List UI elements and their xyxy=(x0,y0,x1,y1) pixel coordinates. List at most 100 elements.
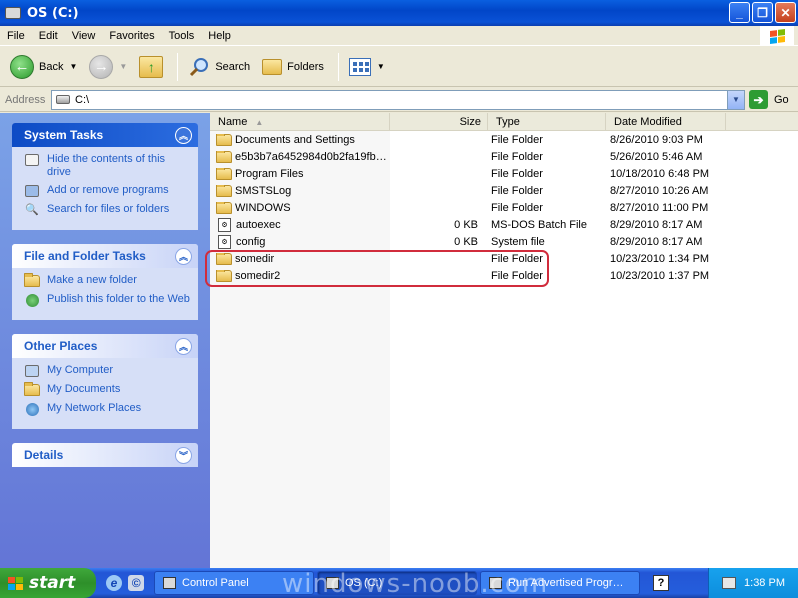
file-name-cell[interactable]: e5b3b7a6452984d0b2fa19fb… xyxy=(210,150,388,163)
internet-explorer-icon[interactable]: e xyxy=(106,575,122,591)
help-icon[interactable]: ? xyxy=(653,575,669,591)
folders-button[interactable]: Folders xyxy=(258,51,328,83)
file-name-cell[interactable]: WINDOWS xyxy=(210,201,388,214)
column-name-label: Name xyxy=(218,116,248,128)
file-name-cell[interactable]: Documents and Settings xyxy=(210,133,388,146)
other-places-header[interactable]: Other Places ︽ xyxy=(12,334,198,358)
place-label: My Documents xyxy=(47,383,121,395)
forward-dropdown-icon[interactable]: ▼ xyxy=(119,62,127,71)
place-my-computer[interactable]: My Computer xyxy=(24,364,190,378)
tray-app-icon[interactable] xyxy=(722,577,737,589)
file-row[interactable]: WINDOWS File Folder 8/27/2010 11:00 PM xyxy=(210,199,798,216)
file-row[interactable]: Program Files File Folder 10/18/2010 6:48 … xyxy=(210,165,798,182)
collapse-icon[interactable]: ︽ xyxy=(175,126,192,144)
task-add-remove-programs[interactable]: Add or remove programs xyxy=(24,184,190,198)
expand-icon[interactable]: ︾ xyxy=(175,446,192,464)
file-date-modified: 10/23/2010 1:37 PM xyxy=(610,269,710,282)
menu-help[interactable]: Help xyxy=(201,30,238,42)
task-hide-contents[interactable]: Hide the contents of this drive xyxy=(24,153,190,179)
back-button[interactable]: ← Back ▼ xyxy=(6,51,81,83)
views-dropdown-icon[interactable]: ▼ xyxy=(377,62,385,71)
back-dropdown-icon[interactable]: ▼ xyxy=(69,62,77,71)
file-name: e5b3b7a6452984d0b2fa19fb… xyxy=(235,150,387,163)
menu-favorites[interactable]: Favorites xyxy=(102,30,161,42)
windows-logo-icon xyxy=(8,576,23,590)
task-search-files[interactable]: 🔍 Search for files or folders xyxy=(24,203,190,217)
up-folder-button[interactable]: ↑ xyxy=(135,51,167,83)
clock[interactable]: 1:38 PM xyxy=(744,577,785,589)
file-date-modified: 8/27/2010 11:00 PM xyxy=(610,201,709,214)
file-name: autoexec xyxy=(236,218,281,231)
file-name-cell[interactable]: Program Files xyxy=(210,167,388,180)
system-tasks-panel: System Tasks ︽ Hide the contents of this… xyxy=(12,123,198,230)
file-date-modified: 8/29/2010 8:17 AM xyxy=(610,235,703,248)
sort-ascending-icon: ▲ xyxy=(255,117,264,127)
column-type-label: Type xyxy=(496,116,520,128)
maximize-button[interactable]: ❐ xyxy=(752,2,773,23)
back-label: Back xyxy=(39,60,64,73)
new-folder-icon xyxy=(24,273,40,288)
system-tasks-header[interactable]: System Tasks ︽ xyxy=(12,123,198,147)
file-row[interactable]: Documents and Settings File Folder 8/26/20… xyxy=(210,131,798,148)
place-my-documents[interactable]: My Documents xyxy=(24,382,190,397)
file-row[interactable]: SMSTSLog File Folder 8/27/2010 10:26 AM xyxy=(210,182,798,199)
forward-arrow-icon: → xyxy=(89,54,114,79)
file-row[interactable]: ⚙ config 0 KB System file 8/29/2010 8:17 AM xyxy=(210,233,798,250)
start-button[interactable]: start xyxy=(0,568,96,598)
menu-view[interactable]: View xyxy=(65,30,103,42)
file-list: Name ▲ Size Type Date Modified Documents… xyxy=(210,113,798,568)
other-places-panel: Other Places ︽ My Computer My Documents … xyxy=(12,334,198,429)
title-bar[interactable]: OS (C:) _ ❐ ✕ xyxy=(0,0,798,26)
hide-contents-icon xyxy=(24,153,40,167)
file-name: config xyxy=(236,235,266,248)
go-button[interactable]: ➔ Go xyxy=(749,90,789,109)
quick-launch-app-icon[interactable]: © xyxy=(128,575,144,591)
windows-logo-icon xyxy=(760,26,794,46)
address-input[interactable]: C:\ ▼ xyxy=(51,89,745,110)
file-type: File Folder xyxy=(491,184,543,197)
collapse-icon[interactable]: ︽ xyxy=(175,337,192,355)
views-icon xyxy=(348,57,371,76)
minimize-button[interactable]: _ xyxy=(729,2,750,23)
file-name-cell[interactable]: ⚙ config xyxy=(210,234,388,249)
file-folder-tasks-title: File and Folder Tasks xyxy=(24,249,146,263)
file-name-cell[interactable]: SMSTSLog xyxy=(210,184,388,197)
address-dropdown-icon[interactable]: ▼ xyxy=(727,90,744,109)
details-header[interactable]: Details ︾ xyxy=(12,443,198,467)
column-size-label: Size xyxy=(459,116,481,128)
search-button[interactable]: Search xyxy=(184,51,254,83)
menu-tools[interactable]: Tools xyxy=(162,30,202,42)
folder-icon xyxy=(216,184,232,197)
file-type: MS-DOS Batch File xyxy=(491,218,587,231)
menu-edit[interactable]: Edit xyxy=(32,30,65,42)
task-new-folder[interactable]: Make a new folder xyxy=(24,273,190,288)
menu-file[interactable]: File xyxy=(0,30,32,42)
column-size[interactable]: Size xyxy=(390,113,488,131)
column-date[interactable]: Date Modified xyxy=(606,113,726,131)
file-name: Documents and Settings xyxy=(235,133,355,146)
toolbar: ← Back ▼ → ▼ ↑ Search Folders ▼ xyxy=(0,47,798,87)
network-places-icon xyxy=(24,402,40,416)
file-row[interactable]: ⚙ autoexec 0 KB MS-DOS Batch File 8/29/2010 … xyxy=(210,216,798,233)
task-publish-web[interactable]: Publish this folder to the Web xyxy=(24,293,190,307)
task-label: Search for files or folders xyxy=(47,203,170,215)
forward-button[interactable]: → ▼ xyxy=(85,51,131,83)
file-date-modified: 5/26/2010 5:46 AM xyxy=(610,150,703,163)
column-name[interactable]: Name ▲ xyxy=(210,113,390,131)
file-name-cell[interactable]: ⚙ autoexec xyxy=(210,217,388,232)
views-button[interactable]: ▼ xyxy=(345,51,389,83)
file-folder-tasks-header[interactable]: File and Folder Tasks ︽ xyxy=(12,244,198,268)
close-button[interactable]: ✕ xyxy=(775,2,796,23)
place-my-network[interactable]: My Network Places xyxy=(24,402,190,416)
file-type: System file xyxy=(491,235,545,248)
column-type[interactable]: Type xyxy=(488,113,606,131)
file-row[interactable]: e5b3b7a6452984d0b2fa19fb… File Folder 5/26… xyxy=(210,148,798,165)
task-label: Publish this folder to the Web xyxy=(47,293,190,305)
toolbar-separator xyxy=(177,52,179,81)
file-date-modified: 8/26/2010 9:03 PM xyxy=(610,133,703,146)
file-date-modified: 8/29/2010 8:17 AM xyxy=(610,218,703,231)
place-label: My Computer xyxy=(47,364,114,376)
details-title: Details xyxy=(24,448,64,462)
file-type: File Folder xyxy=(491,167,543,180)
collapse-icon[interactable]: ︽ xyxy=(175,247,192,265)
